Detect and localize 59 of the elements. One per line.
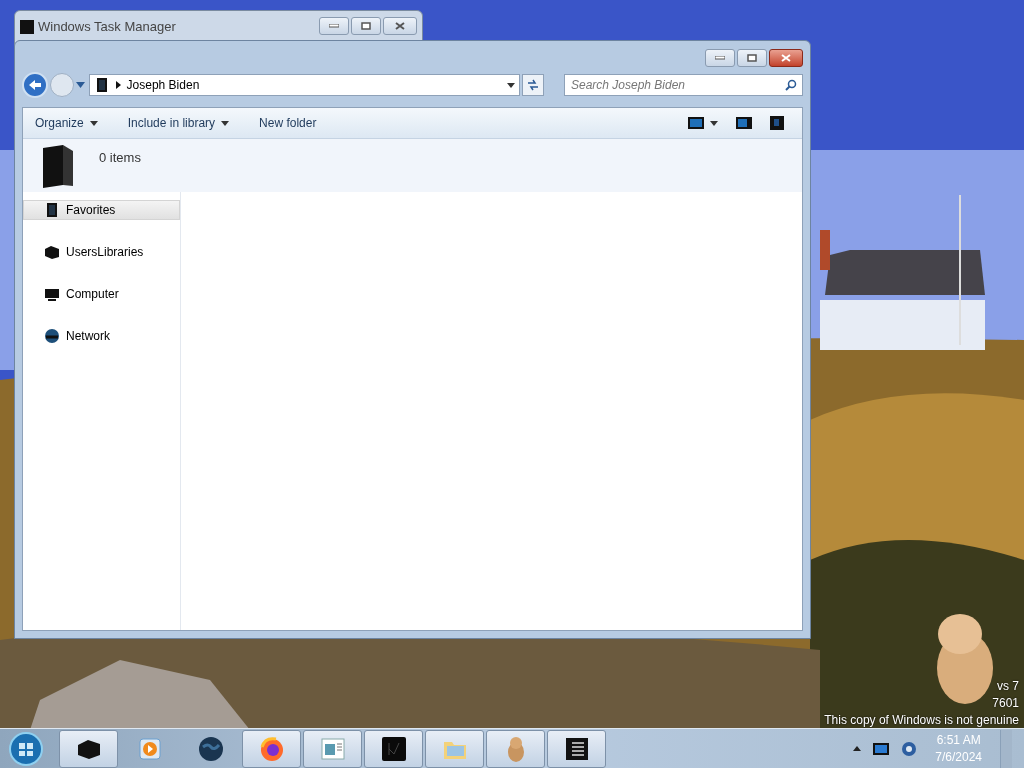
globe-icon xyxy=(196,734,225,763)
preview-pane-icon xyxy=(736,117,752,129)
book-icon xyxy=(44,202,60,218)
box-icon xyxy=(44,244,60,260)
caret-icon xyxy=(710,120,718,126)
caret-icon xyxy=(89,120,98,126)
caret-icon[interactable] xyxy=(75,82,85,88)
toolbar-button[interactable]: Organize xyxy=(35,114,98,132)
start-orb-icon xyxy=(8,730,44,767)
monitor-icon[interactable] xyxy=(873,742,890,755)
window-icon xyxy=(20,19,34,34)
back-arrow-icon xyxy=(27,79,42,91)
refresh-button[interactable] xyxy=(522,74,544,96)
minimize-button[interactable] xyxy=(319,17,349,35)
book-icon xyxy=(770,116,784,130)
desktop-notice-text: This copy of Windows is not genuine xyxy=(824,712,1019,729)
address-bar[interactable]: Joseph Biden xyxy=(88,74,521,96)
caret-icon xyxy=(221,120,230,126)
item-count: 0 items xyxy=(99,149,141,167)
caret-icon xyxy=(507,82,516,88)
desktop-notice-text: 7601 xyxy=(992,695,1019,712)
maximize-icon xyxy=(747,54,757,62)
close-icon xyxy=(395,22,405,30)
minimize-icon xyxy=(329,24,339,28)
nav-item[interactable]: Network xyxy=(23,326,180,346)
search-field[interactable]: Search Joseph Biden xyxy=(563,74,803,96)
globe-icon xyxy=(44,328,60,344)
taskbar-button[interactable] xyxy=(364,729,423,768)
refresh-icon xyxy=(527,79,540,91)
close-button[interactable] xyxy=(769,49,803,67)
maximize-button[interactable] xyxy=(737,49,767,67)
network-icon[interactable] xyxy=(901,740,918,757)
nav-item[interactable]: Favorites xyxy=(23,200,180,220)
maximize-icon xyxy=(361,22,371,30)
taskbar-button[interactable] xyxy=(547,729,606,768)
nav-item[interactable]: Computer xyxy=(23,284,180,304)
tray-expand-icon[interactable] xyxy=(853,746,862,751)
chevron-icon xyxy=(115,81,121,89)
search-icon xyxy=(785,79,797,91)
desktop-notice-text: vs 7 xyxy=(997,678,1019,695)
back-button[interactable] xyxy=(22,72,48,98)
toolbar-button[interactable]: Include in library xyxy=(127,114,230,132)
view-icon xyxy=(688,117,704,129)
nav-item[interactable]: UsersLibraries xyxy=(23,242,180,262)
taskbar-button[interactable] xyxy=(59,729,118,768)
minimize-icon xyxy=(715,56,725,60)
minimize-button[interactable] xyxy=(705,49,735,67)
close-icon xyxy=(781,54,791,62)
preview-pane-button[interactable] xyxy=(736,117,752,129)
window-title: Windows Task Manager xyxy=(38,18,176,36)
toolbar-button[interactable]: New folder xyxy=(259,114,317,132)
address-crumb[interactable]: Joseph Biden xyxy=(126,76,502,94)
help-button[interactable] xyxy=(770,116,784,130)
book-icon xyxy=(41,144,75,188)
view-button[interactable] xyxy=(688,117,718,129)
close-button[interactable] xyxy=(383,17,417,35)
monitor-icon xyxy=(379,734,408,763)
maximize-button[interactable] xyxy=(351,17,381,35)
monitor-icon xyxy=(44,286,60,302)
